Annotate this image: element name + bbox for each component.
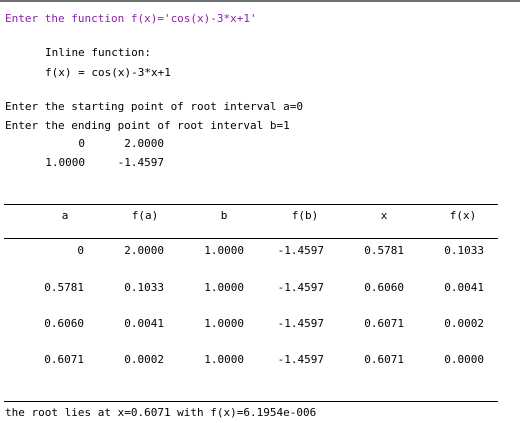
table-cell: 0.0041 <box>444 281 484 294</box>
matrix-cell: -1.4597 <box>117 156 164 169</box>
table-cell: -1.4597 <box>277 281 324 294</box>
table-cell: 0.6060 <box>44 317 84 330</box>
header-a: a <box>61 209 69 222</box>
table-cell: 0.0002 <box>444 317 484 330</box>
table-cell: 0 <box>77 244 84 257</box>
table-header-rule <box>4 238 498 239</box>
table-cell: 0.6060 <box>364 281 404 294</box>
table-cell: 1.0000 <box>204 281 244 294</box>
table-top-rule <box>4 204 498 205</box>
matrix-cell: 0 <box>78 137 85 150</box>
table-cell: 0.6071 <box>44 353 84 366</box>
table-cell: 0.1033 <box>444 244 484 257</box>
table-cell: -1.4597 <box>277 244 324 257</box>
table-cell: 0.0000 <box>444 353 484 366</box>
start-interval-line: Enter the starting point of root interva… <box>5 100 304 113</box>
table-cell: -1.4597 <box>277 317 324 330</box>
inline-function-expression: f(x) = cos(x)-3*x+1 <box>45 66 171 79</box>
table-cell: 0.6071 <box>364 353 404 366</box>
matrix-cell: 1.0000 <box>45 156 85 169</box>
end-interval-line: Enter the ending point of root interval … <box>5 119 290 132</box>
table-cell: 1.0000 <box>204 317 244 330</box>
table-cell: 0.0002 <box>124 353 164 366</box>
header-fx: f(x) <box>449 209 477 222</box>
window-top-border <box>0 0 520 2</box>
table-cell: -1.4597 <box>277 353 324 366</box>
header-fa: f(a) <box>131 209 159 222</box>
header-x: x <box>380 209 388 222</box>
result-line: the root lies at x=0.6071 with f(x)=6.19… <box>5 406 317 419</box>
header-fb: f(b) <box>291 209 319 222</box>
header-b: b <box>220 209 228 222</box>
table-cell: 0.1033 <box>124 281 164 294</box>
table-cell: 1.0000 <box>204 244 244 257</box>
matrix-cell: 2.0000 <box>124 137 164 150</box>
table-cell: 2.0000 <box>124 244 164 257</box>
table-cell: 0.0041 <box>124 317 164 330</box>
table-bottom-rule <box>4 401 498 402</box>
table-cell: 0.5781 <box>364 244 404 257</box>
table-cell: 0.5781 <box>44 281 84 294</box>
table-cell: 1.0000 <box>204 353 244 366</box>
table-cell: 0.6071 <box>364 317 404 330</box>
inline-function-label: Inline function: <box>45 46 151 59</box>
function-prompt-line: Enter the function f(x)='cos(x)-3*x+1' <box>5 12 257 25</box>
